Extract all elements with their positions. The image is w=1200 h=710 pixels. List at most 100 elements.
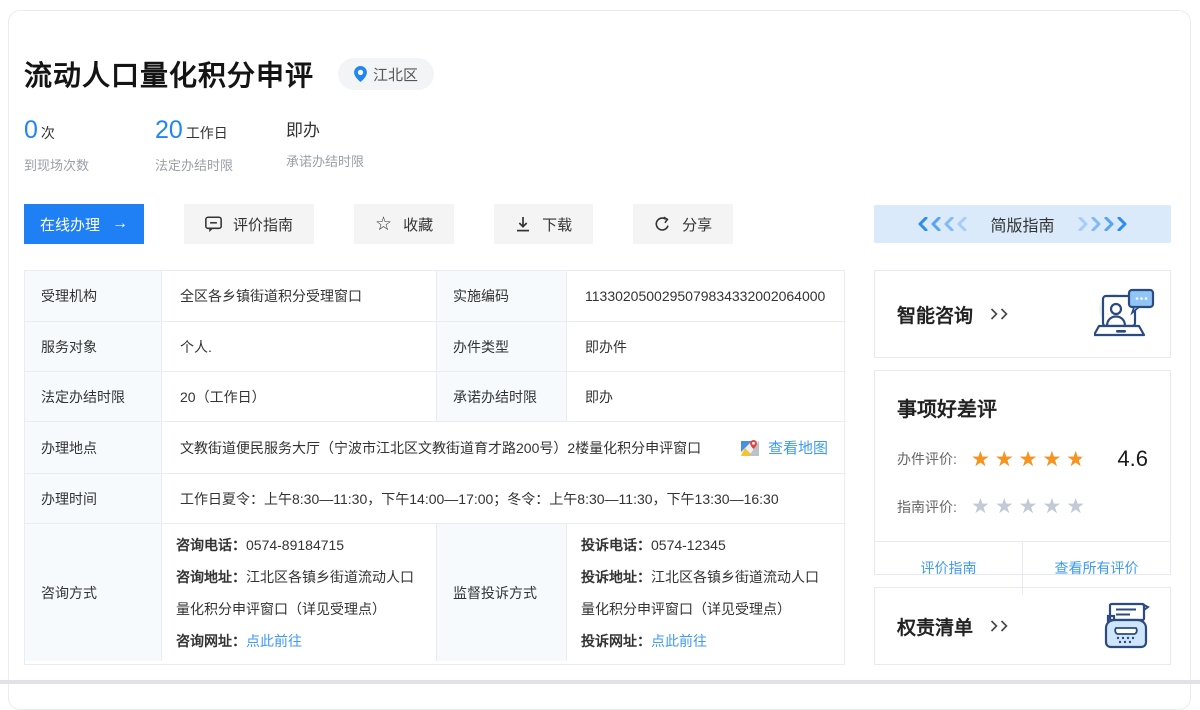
actions-row: 在线办理 → 评价指南 ☆ 收藏 下载 分享 bbox=[24, 204, 1171, 244]
rating-guide-link[interactable]: 评价指南 bbox=[875, 542, 1022, 595]
guide-rating-row: 指南评价: ★★★★★★★★★★ bbox=[875, 496, 1170, 517]
online-consult-icon bbox=[1094, 287, 1156, 341]
region-badge-label: 江北区 bbox=[373, 64, 418, 85]
row-label: 办理时间 bbox=[25, 473, 161, 523]
row-label: 监督投诉方式 bbox=[436, 523, 566, 661]
row-label: 办理地点 bbox=[25, 421, 161, 473]
row-value: 全区各乡镇街道积分受理窗口 bbox=[161, 271, 436, 321]
double-arrow-icon bbox=[989, 308, 1009, 320]
rating-links: 评价指南 查看所有评价 bbox=[875, 541, 1170, 595]
chevrons-right-icon bbox=[1077, 217, 1129, 231]
stat-legal-limit-unit: 工作日 bbox=[186, 123, 228, 143]
case-rating-label: 办件评价: bbox=[897, 449, 971, 469]
arrow-right-icon: → bbox=[112, 215, 128, 233]
case-rating-score: 4.6 bbox=[1117, 446, 1148, 472]
stat-visits-label: 到现场次数 bbox=[24, 155, 155, 174]
online-apply-label: 在线办理 bbox=[40, 214, 100, 235]
consult-phone-label: 咨询电话： bbox=[176, 537, 246, 553]
row-label: 服务对象 bbox=[25, 321, 161, 371]
share-button[interactable]: 分享 bbox=[633, 204, 733, 244]
smart-consult-card[interactable]: 智能咨询 bbox=[874, 270, 1171, 358]
review-guide-label: 评价指南 bbox=[233, 214, 293, 235]
complaint-web-label: 投诉网址： bbox=[581, 633, 651, 649]
view-map-link[interactable]: 查看地图 bbox=[740, 437, 828, 458]
complaint-address-label: 投诉地址： bbox=[581, 569, 651, 585]
consult-phone-line: 咨询电话：0574-89184715 bbox=[176, 529, 344, 561]
online-apply-button[interactable]: 在线办理 → bbox=[24, 204, 144, 244]
simple-guide-label: 简版指南 bbox=[990, 212, 1054, 236]
row-value: 即办 bbox=[566, 371, 846, 421]
guide-rating-stars: ★★★★★★★★★★ bbox=[971, 496, 1090, 517]
service-detail-card: 流动人口量化积分申评 江北区 0 次 到现场次数 20 工作日 法定办结时限 即… bbox=[8, 10, 1191, 710]
stat-legal-limit: 20 工作日 法定办结时限 bbox=[155, 116, 286, 174]
star-outline-icon: ☆ bbox=[375, 215, 392, 234]
duty-list-card[interactable]: 权责清单 bbox=[874, 587, 1171, 665]
header: 流动人口量化积分申评 江北区 bbox=[24, 54, 1171, 94]
share-icon bbox=[654, 216, 671, 233]
consult-contact-cell: 咨询电话：0574-89184715 咨询地址：江北区各镇乡街道流动人口量化积分… bbox=[161, 523, 436, 661]
stats-row: 0 次 到现场次数 20 工作日 法定办结时限 即办 承诺办结时限 bbox=[24, 116, 1171, 174]
complaint-phone-label: 投诉电话： bbox=[581, 537, 651, 553]
row-value: 1133020500295079834332002064000 bbox=[566, 271, 846, 321]
view-map-label: 查看地图 bbox=[768, 437, 828, 458]
case-rating-stars: ★★★★★★★★★★ bbox=[971, 449, 1090, 470]
complaint-web-link[interactable]: 点此前往 bbox=[651, 633, 707, 649]
region-badge[interactable]: 江北区 bbox=[338, 58, 434, 90]
stat-visits-value: 0 bbox=[24, 116, 38, 145]
complaint-contact-cell: 投诉电话：0574-12345 投诉地址：江北区各镇乡街道流动人口量化积分申评窗… bbox=[566, 523, 846, 661]
row-label: 承诺办结时限 bbox=[436, 371, 566, 421]
complaint-address-line: 投诉地址：江北区各镇乡街道流动人口量化积分申评窗口（详见受理点） bbox=[581, 561, 832, 625]
case-rating-row: 办件评价: ★★★★★★★★★★ 4.6 bbox=[875, 446, 1170, 472]
favorite-button[interactable]: ☆ 收藏 bbox=[354, 204, 454, 244]
complaint-phone-line: 投诉电话：0574-12345 bbox=[581, 529, 726, 561]
consult-address-line: 咨询地址：江北区各镇乡街道流动人口量化积分申评窗口（详见受理点） bbox=[176, 561, 422, 625]
simple-guide-button[interactable]: 简版指南 bbox=[874, 205, 1171, 243]
row-label: 办件类型 bbox=[436, 321, 566, 371]
location-cell: 文教街道便民服务大厅（宁波市江北区文教街道育才路200号）2楼量化积分申评窗口 … bbox=[161, 421, 846, 473]
row-label: 实施编码 bbox=[436, 271, 566, 321]
download-button[interactable]: 下载 bbox=[494, 204, 593, 244]
guide-rating-label: 指南评价: bbox=[897, 497, 971, 517]
service-info-table: 受理机构 全区各乡镇街道积分受理窗口 实施编码 1133020500295079… bbox=[24, 270, 845, 665]
row-label: 受理机构 bbox=[25, 271, 161, 321]
main-content: 受理机构 全区各乡镇街道积分受理窗口 实施编码 1133020500295079… bbox=[24, 270, 1171, 665]
chevrons-left-icon bbox=[916, 217, 968, 231]
stat-promise-limit-value: 即办 bbox=[286, 116, 320, 141]
stat-legal-limit-value: 20 bbox=[155, 116, 183, 145]
complaint-web-line: 投诉网址：点此前往 bbox=[581, 625, 707, 657]
typewriter-icon bbox=[1096, 602, 1154, 650]
consult-web-line: 咨询网址：点此前往 bbox=[176, 625, 302, 657]
hours-value: 工作日夏令：上午8:30—11:30，下午14:00—17:00；冬令：上午8:… bbox=[161, 473, 846, 523]
stat-visits-unit: 次 bbox=[41, 123, 55, 143]
location-value: 文教街道便民服务大厅（宁波市江北区文教街道育才路200号）2楼量化积分申评窗口 bbox=[180, 438, 701, 458]
rating-card-title: 事项好差评 bbox=[897, 393, 1170, 422]
consult-web-link[interactable]: 点此前往 bbox=[246, 633, 302, 649]
consult-phone-value: 0574-89184715 bbox=[246, 537, 344, 553]
review-guide-button[interactable]: 评价指南 bbox=[184, 204, 314, 244]
share-label: 分享 bbox=[682, 214, 712, 235]
row-value: 即办件 bbox=[566, 321, 846, 371]
page-bottom-divider bbox=[0, 680, 1200, 684]
view-all-reviews-link[interactable]: 查看所有评价 bbox=[1022, 542, 1170, 595]
duty-list-title: 权责清单 bbox=[897, 613, 973, 640]
page-title: 流动人口量化积分申评 bbox=[24, 54, 314, 94]
download-icon bbox=[515, 216, 531, 232]
location-pin-icon bbox=[354, 66, 367, 82]
stat-promise-limit: 即办 承诺办结时限 bbox=[286, 116, 417, 174]
sidebar: 智能咨询 bbox=[874, 270, 1171, 665]
consult-web-label: 咨询网址： bbox=[176, 633, 246, 649]
smart-consult-title: 智能咨询 bbox=[897, 301, 973, 328]
double-arrow-icon bbox=[989, 620, 1009, 632]
stat-promise-limit-label: 承诺办结时限 bbox=[286, 151, 417, 170]
row-label: 咨询方式 bbox=[25, 523, 161, 661]
complaint-phone-value: 0574-12345 bbox=[651, 537, 726, 553]
row-label: 法定办结时限 bbox=[25, 371, 161, 421]
download-label: 下载 bbox=[542, 214, 572, 235]
row-value: 个人. bbox=[161, 321, 436, 371]
rating-card: 事项好差评 办件评价: ★★★★★★★★★★ 4.6 指南评价: ★★★★★★★… bbox=[874, 370, 1171, 575]
comment-icon bbox=[205, 216, 222, 233]
row-value: 20（工作日） bbox=[161, 371, 436, 421]
stat-visits: 0 次 到现场次数 bbox=[24, 116, 155, 174]
map-icon bbox=[740, 438, 760, 458]
favorite-label: 收藏 bbox=[403, 214, 433, 235]
